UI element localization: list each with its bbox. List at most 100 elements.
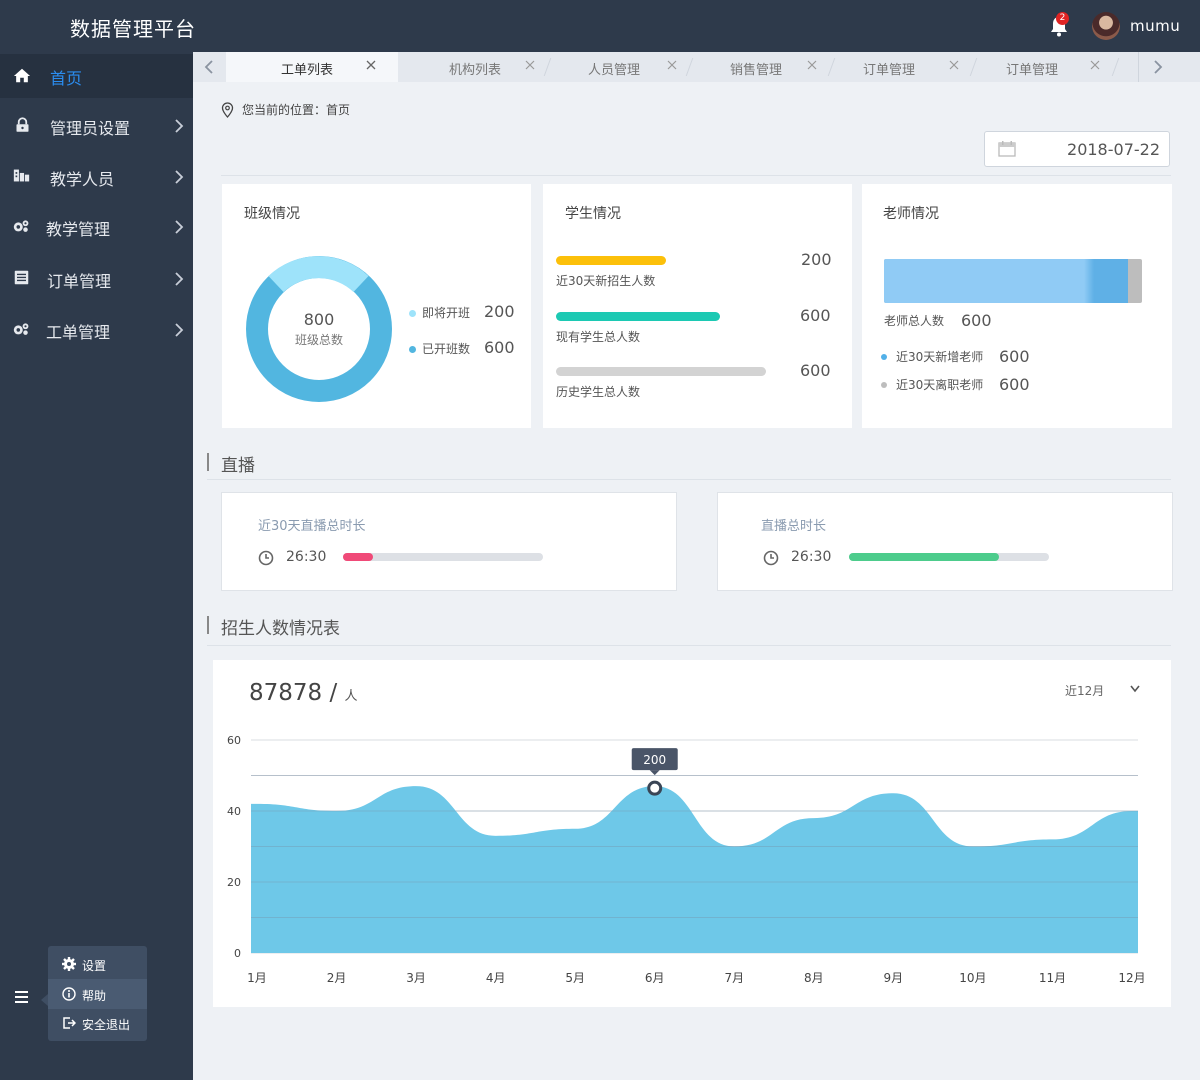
x-tick-label: 4月: [486, 971, 506, 985]
location-pin-icon: [221, 102, 234, 118]
tab-divider: [1111, 58, 1120, 76]
calendar-icon: [998, 141, 1016, 157]
sidebar-item-ticket-management[interactable]: 工单管理: [0, 308, 193, 352]
close-icon[interactable]: [949, 60, 959, 70]
divider: [207, 479, 1171, 480]
sidebar-item-admin-settings[interactable]: 管理员设置: [0, 104, 193, 148]
x-tick-label: 2月: [327, 971, 347, 985]
live-progress-bar: [849, 553, 1049, 561]
legend-value: 600: [484, 338, 515, 357]
gears-icon: [13, 220, 29, 232]
sidebar-item-home[interactable]: 首页: [0, 54, 193, 98]
gear-icon: [62, 957, 76, 971]
class-total-label: 班级总数: [294, 333, 343, 347]
chevron-right-icon: [175, 119, 184, 133]
menu-item-label: 帮助: [82, 989, 107, 1003]
lock-icon: [16, 117, 29, 132]
tab-label: 销售管理: [730, 63, 783, 78]
legend-label: 近30天新增老师: [896, 350, 984, 364]
tab-order-management-1[interactable]: 订单管理: [837, 52, 967, 82]
legend-dot: [881, 354, 887, 360]
tab-ticket-list[interactable]: 工单列表: [226, 52, 398, 82]
stat-label: 历史学生总人数: [556, 385, 641, 399]
chevron-right-icon: [175, 272, 184, 286]
app-title: 数据管理平台: [70, 17, 196, 41]
list-icon: [14, 270, 29, 285]
menu-item-settings[interactable]: 设置: [48, 949, 147, 979]
progress-bar-current-students: [556, 312, 766, 321]
tab-divider: [969, 58, 978, 76]
close-icon[interactable]: [366, 60, 376, 70]
menu-item-logout[interactable]: 安全退出: [48, 1008, 147, 1038]
sidebar-item-label: 教学管理: [46, 220, 111, 239]
close-icon[interactable]: [525, 60, 535, 70]
progress-fill: [556, 256, 666, 265]
date-picker[interactable]: 2018-07-22: [984, 131, 1170, 167]
tab-org-list[interactable]: 机构列表: [413, 52, 543, 82]
x-tick-label: 9月: [884, 971, 904, 985]
card-title: 学生情况: [565, 206, 621, 222]
menu-toggle-icon[interactable]: [14, 990, 30, 1004]
tab-scroll-right-icon[interactable]: [1152, 59, 1164, 75]
section-title-live: 直播: [207, 451, 255, 476]
legend-value: 600: [999, 347, 1030, 366]
sidebar-item-teaching-staff[interactable]: 教学人员: [0, 155, 193, 199]
legend-dot: [409, 346, 416, 353]
sidebar-item-label: 订单管理: [47, 272, 112, 291]
sidebar-item-teaching-management[interactable]: 教学管理: [0, 205, 193, 249]
menu-item-help[interactable]: 帮助: [48, 979, 147, 1009]
menu-item-label: 设置: [82, 959, 107, 973]
class-total: 800: [303, 310, 335, 329]
donut-segment-open: [246, 256, 392, 402]
chevron-right-icon: [175, 220, 184, 234]
settings-popup-menu: 设置 帮助 安全退出: [41, 946, 147, 1041]
breadcrumb: 您当前的位置：首页: [242, 103, 351, 117]
logout-icon: [63, 1017, 76, 1029]
avatar[interactable]: [1092, 12, 1120, 40]
tab-sales-management[interactable]: 销售管理: [695, 52, 825, 82]
sidebar-item-order-management[interactable]: 订单管理: [0, 257, 193, 301]
legend-dot: [409, 310, 416, 317]
progress-bar-new-students: [556, 256, 766, 265]
stat-label: 近30天新招生人数: [556, 274, 656, 288]
enrollment-chart-card: 87878 / 人 近12月 0 20 40 60 1月 2月 3月 4月 5月 6月 7月 8月 9月…: [213, 660, 1171, 1007]
legend-label: 近30天离职老师: [896, 378, 984, 392]
donut-segment-upcoming: [268, 256, 369, 293]
chevron-right-icon: [175, 170, 184, 184]
divider: [207, 645, 1171, 646]
stat-value: 600: [800, 306, 831, 325]
teacher-stats-card: 老师情况 老师总人数 600 近30天新增老师 600 近30天离职老师 600: [862, 184, 1172, 428]
legend-label: 即将开班: [422, 306, 471, 320]
notification-badge: 2: [1056, 12, 1069, 25]
chevron-right-icon: [175, 323, 184, 337]
menu-item-label: 安全退出: [82, 1018, 131, 1032]
tab-divider: [827, 58, 836, 76]
sidebar-item-label: 工单管理: [46, 323, 111, 342]
tab-staff-management[interactable]: 人员管理: [553, 52, 683, 82]
tab-label: 订单管理: [863, 63, 916, 78]
tab-label: 机构列表: [449, 63, 502, 78]
username[interactable]: mumu: [1130, 17, 1180, 35]
divider: [221, 175, 1171, 176]
tab-label: 工单列表: [281, 63, 334, 78]
tab-divider: [685, 58, 694, 76]
close-icon[interactable]: [1090, 60, 1100, 70]
card-title: 班级情况: [244, 206, 300, 222]
sidebar-item-label: 教学人员: [50, 170, 115, 189]
teacher-stacked-bar: [884, 259, 1142, 303]
class-stats-card: 班级情况 800 班级总数 即将开班 200 已开班数 600: [222, 184, 531, 428]
live-card-total: 直播总时长 26:30: [717, 492, 1173, 591]
close-icon[interactable]: [667, 60, 677, 70]
tab-order-management-2[interactable]: 订单管理: [979, 52, 1109, 82]
gears-icon: [13, 323, 29, 335]
enrollment-area-chart: 0 20 40 60 1月 2月 3月 4月 5月 6月 7月 8月 9月 10月 11月 12月 200: [227, 734, 1146, 985]
x-tick-label: 6月: [645, 971, 665, 985]
x-tick-label: 8月: [804, 971, 824, 985]
close-icon[interactable]: [807, 60, 817, 70]
x-tick-label: 12月: [1118, 971, 1145, 985]
x-tick-label: 11月: [1039, 971, 1066, 985]
stat-value: 600: [800, 361, 831, 380]
legend-label: 已开班数: [422, 342, 471, 356]
home-icon: [13, 68, 31, 83]
tab-scroll-left-icon[interactable]: [203, 59, 215, 75]
